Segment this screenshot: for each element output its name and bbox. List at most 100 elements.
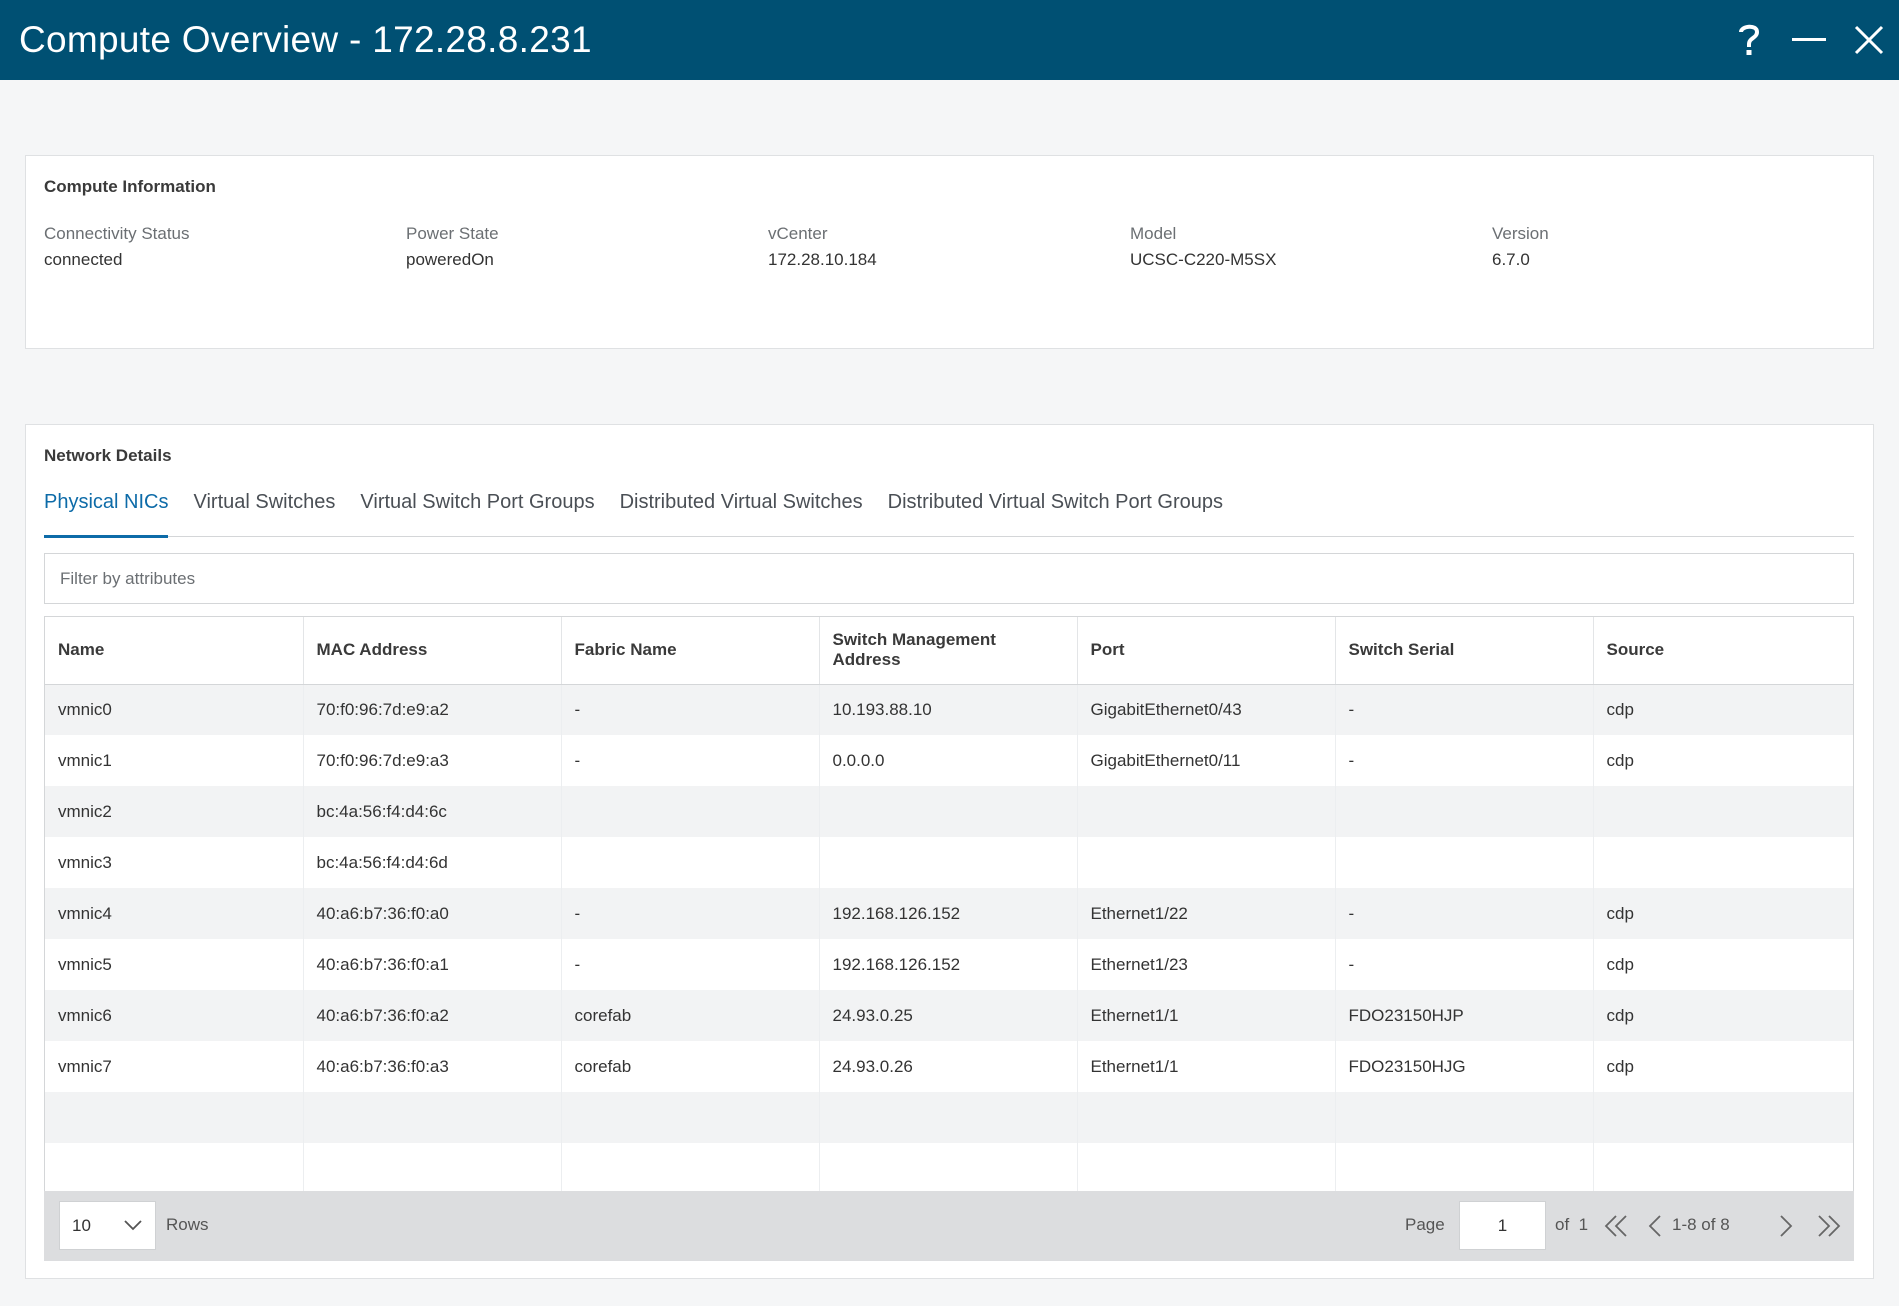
table-cell: bc:4a:56:f4:d4:6c <box>303 786 562 837</box>
info-value: poweredOn <box>406 250 494 269</box>
chevron-down-icon <box>124 1220 142 1231</box>
network-tabs: Physical NICs Virtual Switches Virtual S… <box>44 483 1854 538</box>
table-cell <box>1335 1092 1594 1143</box>
help-button[interactable] <box>1719 0 1779 80</box>
info-label: Version <box>1492 224 1549 243</box>
info-value: 172.28.10.184 <box>768 250 877 269</box>
info-label: Connectivity Status <box>44 224 190 243</box>
table-cell: 24.93.0.25 <box>819 990 1078 1041</box>
page-range-label: 1-8 of 8 <box>1672 1215 1730 1234</box>
network-details-card: Network Details Physical NICs Virtual Sw… <box>25 424 1874 1279</box>
table-cell: cdp <box>1593 888 1853 939</box>
title-bar: Compute Overview - 172.28.8.231 <box>0 0 1899 80</box>
table-cell: 192.168.126.152 <box>819 939 1078 990</box>
table-row-empty <box>45 1092 1853 1143</box>
table-cell <box>819 786 1078 837</box>
table-row[interactable]: vmnic5 40:a6:b7:36:f0:a1-192.168.126.152 E… <box>45 939 1853 990</box>
minimize-button[interactable] <box>1779 0 1839 80</box>
rows-per-page-select[interactable]: 10 <box>59 1201 156 1250</box>
table-cell <box>1077 786 1336 837</box>
tab-distributed-virtual-switches[interactable]: Distributed Virtual Switches <box>620 483 863 537</box>
table-cell: 40:a6:b7:36:f0:a3 <box>303 1041 562 1092</box>
question-mark-icon <box>1739 24 1760 55</box>
page-number-input[interactable] <box>1459 1201 1546 1250</box>
table-cell: - <box>561 939 820 990</box>
rows-per-page-value: 10 <box>72 1215 91 1235</box>
pagination-bar: 10 Rows Page of 1 1-8 of 8 <box>44 1191 1854 1261</box>
table-cell <box>1077 1092 1336 1143</box>
compute-information-grid: Connectivity Status connected Power Stat… <box>44 224 1854 270</box>
table-cell <box>45 1143 304 1194</box>
column-header-fabric-name[interactable]: Fabric Name <box>561 617 820 685</box>
tab-physical-nics[interactable]: Physical NICs <box>44 483 169 538</box>
chevron-left-icon <box>1648 1215 1661 1237</box>
table-cell: vmnic3 <box>45 837 304 888</box>
table-cell <box>1593 1143 1853 1194</box>
page-label: Page <box>1405 1215 1445 1234</box>
table-cell: 70:f0:96:7d:e9:a3 <box>303 735 562 786</box>
table-cell <box>561 837 820 888</box>
table-cell <box>1335 1143 1594 1194</box>
table-row[interactable]: vmnic6 40:a6:b7:36:f0:a2 corefab 24.93.0.25… <box>45 990 1853 1041</box>
tab-virtual-switches[interactable]: Virtual Switches <box>193 483 335 537</box>
column-header-source[interactable]: Source <box>1593 617 1853 685</box>
next-page-button[interactable] <box>1769 1208 1803 1244</box>
minimize-icon <box>1792 38 1826 41</box>
table-cell <box>561 1092 820 1143</box>
table-cell: cdp <box>1593 1041 1853 1092</box>
table-cell: 40:a6:b7:36:f0:a2 <box>303 990 562 1041</box>
table-cell: - <box>1335 939 1594 990</box>
total-pages: 1 <box>1578 1215 1589 1234</box>
table-cell: cdp <box>1593 990 1853 1041</box>
column-header-name[interactable]: Name <box>45 617 304 685</box>
window-controls <box>1719 0 1899 80</box>
compute-information-card: Compute Information Connectivity Status … <box>25 155 1874 349</box>
table-cell: vmnic6 <box>45 990 304 1041</box>
first-page-button[interactable] <box>1599 1208 1633 1244</box>
info-label: Model <box>1130 224 1177 243</box>
table-cell: 10.193.88.10 <box>819 684 1078 735</box>
table-cell <box>1077 1143 1336 1194</box>
table-cell <box>561 1143 820 1194</box>
table-cell <box>819 837 1078 888</box>
last-page-button[interactable] <box>1812 1208 1846 1244</box>
column-header-port[interactable]: Port <box>1077 617 1336 685</box>
table-row[interactable]: vmnic4 40:a6:b7:36:f0:a0-192.168.126.152 E… <box>45 888 1853 939</box>
table-row[interactable]: vmnic1 70:f0:96:7d:e9:a3-0.0.0.0 GigabitEt… <box>45 735 1853 786</box>
table-cell: corefab <box>561 1041 820 1092</box>
info-connectivity-status: Connectivity Status connected <box>44 224 406 270</box>
previous-page-button[interactable] <box>1638 1208 1672 1244</box>
column-header-mac-address[interactable]: MAC Address <box>303 617 562 685</box>
column-header-switch-management-address[interactable]: Switch Management Address <box>819 617 1078 685</box>
close-button[interactable] <box>1839 0 1899 80</box>
table-cell <box>1593 1092 1853 1143</box>
table-cell <box>45 1092 304 1143</box>
table-cell: 40:a6:b7:36:f0:a1 <box>303 939 562 990</box>
table-row[interactable]: vmnic2 bc:4a:56:f4:d4:6c <box>45 786 1853 837</box>
of-text: of <box>1555 1215 1570 1234</box>
table-cell: cdp <box>1593 684 1853 735</box>
table-row[interactable]: vmnic0 70:f0:96:7d:e9:a2-10.193.88.10 Giga… <box>45 684 1853 735</box>
close-icon <box>1854 25 1884 55</box>
table-cell: GigabitEthernet0/43 <box>1077 684 1336 735</box>
tab-virtual-switch-port-groups[interactable]: Virtual Switch Port Groups <box>360 483 594 537</box>
table-cell: - <box>561 888 820 939</box>
tab-distributed-virtual-switch-port-groups[interactable]: Distributed Virtual Switch Port Groups <box>888 483 1223 537</box>
chevron-right-icon <box>1780 1215 1793 1237</box>
table-cell: vmnic2 <box>45 786 304 837</box>
table-cell: - <box>561 684 820 735</box>
window-title: Compute Overview - 172.28.8.231 <box>19 19 592 60</box>
table-row[interactable]: vmnic7 40:a6:b7:36:f0:a3 corefab 24.93.0.26… <box>45 1041 1853 1092</box>
table-cell: vmnic1 <box>45 735 304 786</box>
table-cell <box>819 1143 1078 1194</box>
info-power-state: Power State poweredOn <box>406 224 768 270</box>
table-cell: FDO23150HJG <box>1335 1041 1594 1092</box>
filter-input[interactable] <box>44 553 1854 604</box>
info-value: UCSC-C220-M5SX <box>1130 250 1277 269</box>
table-cell: cdp <box>1593 939 1853 990</box>
table-cell: Ethernet1/23 <box>1077 939 1336 990</box>
table-cell: - <box>1335 735 1594 786</box>
table-cell: vmnic7 <box>45 1041 304 1092</box>
table-row[interactable]: vmnic3 bc:4a:56:f4:d4:6d <box>45 837 1853 888</box>
column-header-switch-serial[interactable]: Switch Serial <box>1335 617 1594 685</box>
